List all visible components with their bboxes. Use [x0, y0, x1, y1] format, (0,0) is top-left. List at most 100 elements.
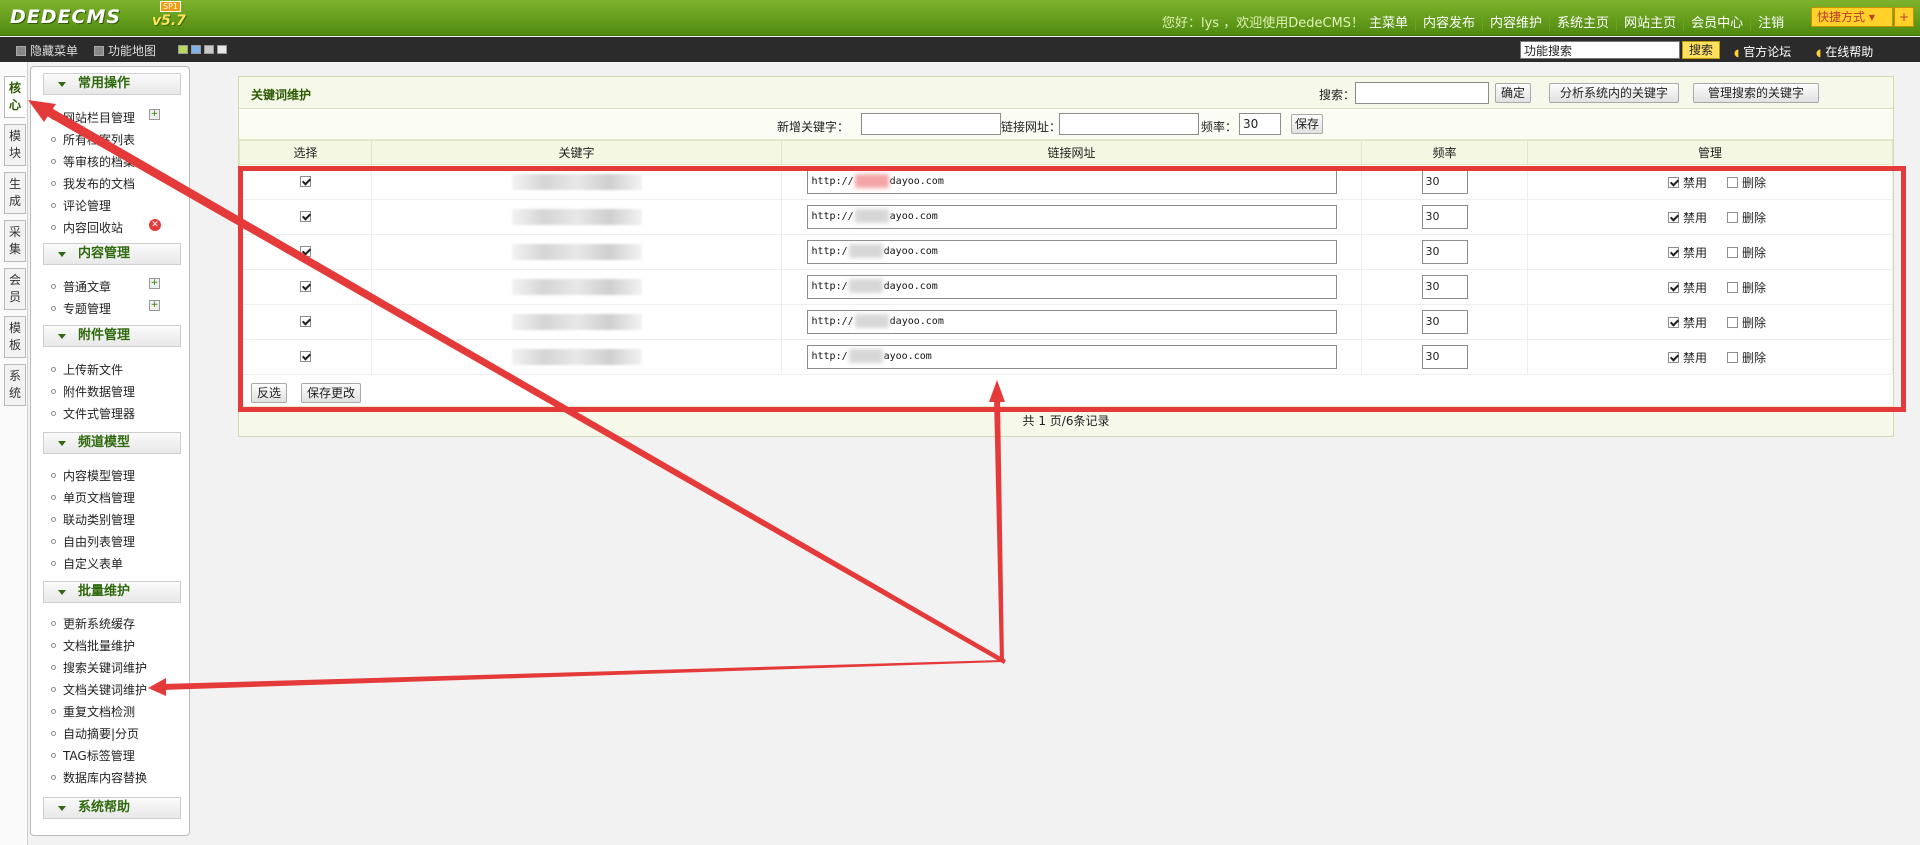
- tab-core[interactable]: 核心: [4, 76, 26, 118]
- tab-member[interactable]: 会员: [4, 268, 26, 310]
- function-map-button[interactable]: 功能地图: [94, 42, 156, 59]
- menu-item-label: TAG标签管理: [63, 749, 135, 763]
- menu-group-attachments[interactable]: 附件管理: [43, 325, 181, 347]
- menu-group-content[interactable]: 内容管理: [43, 243, 181, 265]
- tab-system[interactable]: 系统: [4, 364, 26, 406]
- save-keyword-button[interactable]: 保存: [1291, 114, 1323, 134]
- menu-item-linkage[interactable]: 联动类别管理: [51, 511, 135, 528]
- nav-logout[interactable]: 注销: [1750, 12, 1791, 31]
- menu-item-search-keywords[interactable]: 搜索关键词维护: [51, 659, 147, 676]
- menu-item-all-archives[interactable]: 所有档案列表: [51, 131, 135, 148]
- menu-item-attachment-data[interactable]: 附件数据管理: [51, 383, 135, 400]
- bullet-icon: [51, 225, 56, 230]
- bullet-icon: [51, 411, 56, 416]
- nav-system-home[interactable]: 系统主页: [1549, 12, 1616, 31]
- menu-item-column-manage[interactable]: 网站栏目管理: [51, 109, 135, 126]
- official-forum-link[interactable]: ◖ 官方论坛: [1734, 43, 1791, 60]
- clear-recycle-icon[interactable]: ✕: [149, 219, 161, 231]
- bullet-icon: [51, 643, 56, 648]
- menu-item-file-manager[interactable]: 文件式管理器: [51, 405, 135, 422]
- menu-item-articles[interactable]: 普通文章: [51, 278, 111, 295]
- function-search-button[interactable]: 搜索: [1682, 41, 1720, 59]
- menu-item-single-page[interactable]: 单页文档管理: [51, 489, 135, 506]
- add-icon[interactable]: +: [149, 300, 160, 311]
- tab-template[interactable]: 模板: [4, 316, 26, 358]
- menu-item-free-list[interactable]: 自由列表管理: [51, 533, 135, 550]
- tab-core-label: 核心: [8, 81, 21, 112]
- menu-group-batch[interactable]: 批量维护: [43, 581, 181, 603]
- menu-item-update-cache[interactable]: 更新系统缓存: [51, 615, 135, 632]
- sub-bar: 隐藏菜单 功能地图 搜索 ◖官方论坛 ◖在线帮助: [0, 37, 1920, 62]
- bullet-icon: [51, 473, 56, 478]
- menu-item-label: 自动摘要|分页: [63, 727, 140, 741]
- left-menu: 常用操作 网站栏目管理 + 所有档案列表 等审核的档案 我发布的文档 评论管理 …: [30, 66, 190, 836]
- confirm-button[interactable]: 确定: [1495, 83, 1531, 103]
- menu-item-db-replace[interactable]: 数据库内容替换: [51, 769, 147, 786]
- menu-item-label: 附件数据管理: [63, 385, 136, 399]
- menu-item-batch-docs[interactable]: 文档批量维护: [51, 637, 135, 654]
- bullet-icon: [51, 709, 56, 714]
- menu-item-auto-summary[interactable]: 自动摘要|分页: [51, 725, 139, 742]
- add-icon[interactable]: +: [149, 109, 160, 120]
- function-search-input[interactable]: [1520, 41, 1680, 59]
- menu-group-channel-model[interactable]: 频道模型: [43, 432, 181, 454]
- menu-item-label: 搜索关键词维护: [63, 661, 148, 675]
- menu-item-my-docs[interactable]: 我发布的文档: [51, 175, 135, 192]
- tab-generate[interactable]: 生成: [4, 172, 26, 214]
- nav-site-home[interactable]: 网站主页: [1616, 12, 1683, 31]
- analyze-keywords-button[interactable]: 分析系统内的关键字: [1549, 83, 1679, 103]
- manage-search-keywords-button[interactable]: 管理搜索的关键字: [1693, 83, 1819, 103]
- signal-icon: ◖: [1816, 48, 1822, 59]
- bullet-icon: [51, 665, 56, 670]
- skin-blue-swatch[interactable]: [191, 45, 201, 54]
- quick-shortcut-button[interactable]: 快捷方式 ▾: [1811, 7, 1893, 27]
- nav-content-maintain[interactable]: 内容维护: [1482, 12, 1549, 31]
- add-icon[interactable]: +: [149, 278, 160, 289]
- skin-white-swatch[interactable]: [217, 45, 227, 54]
- quick-add-button[interactable]: +: [1894, 7, 1914, 27]
- tab-module[interactable]: 模块: [4, 124, 26, 166]
- add-rate-input[interactable]: 30: [1239, 113, 1281, 135]
- menu-item-duplicate-check[interactable]: 重复文档检测: [51, 703, 135, 720]
- skin-gray-swatch[interactable]: [204, 45, 214, 54]
- online-help-link[interactable]: ◖ 在线帮助: [1816, 43, 1873, 60]
- menu-item-topics[interactable]: 专题管理: [51, 300, 111, 317]
- tab-system-label: 系统: [8, 369, 21, 400]
- annotation-arrow-to-menu-item: [162, 660, 1002, 690]
- menu-item-custom-form[interactable]: 自定义表单: [51, 555, 123, 572]
- official-forum-label: 官方论坛: [1743, 45, 1792, 59]
- tab-collect[interactable]: 采集: [4, 220, 26, 262]
- top-bar: DEDECMS SP1 v5.7 您好：lys ，欢迎使用DedeCMS！ 主菜…: [0, 0, 1920, 36]
- tab-collect-label: 采集: [8, 225, 21, 256]
- menu-group-title: 附件管理: [78, 328, 131, 343]
- triangle-down-icon: [58, 252, 66, 257]
- nav-member-center[interactable]: 会员中心: [1683, 12, 1750, 31]
- menu-item-label: 内容回收站: [63, 221, 124, 235]
- menu-item-content-model[interactable]: 内容模型管理: [51, 467, 135, 484]
- nav-main-menu[interactable]: 主菜单: [1362, 12, 1415, 31]
- keyword-search-input[interactable]: [1355, 82, 1489, 104]
- welcome-text: 您好：lys ，欢迎使用DedeCMS！: [1162, 16, 1365, 31]
- col-rate: 频率: [1361, 140, 1528, 165]
- menu-item-label: 内容模型管理: [63, 469, 136, 483]
- bullet-icon: [51, 115, 56, 120]
- triangle-down-icon: [58, 334, 66, 339]
- menu-item-comments[interactable]: 评论管理: [51, 197, 111, 214]
- add-link-input[interactable]: [1059, 113, 1199, 135]
- skin-green-swatch[interactable]: [178, 45, 188, 54]
- menu-item-doc-keywords[interactable]: 文档关键词维护: [51, 681, 147, 698]
- menu-item-tag-manage[interactable]: TAG标签管理: [51, 747, 135, 764]
- bullet-icon: [51, 306, 56, 311]
- add-keyword-row: 新增关键字： 链接网址： 频率： 30 保存: [239, 110, 1893, 140]
- menu-item-upload[interactable]: 上传新文件: [51, 361, 123, 378]
- add-keyword-input[interactable]: [861, 113, 1001, 135]
- menu-item-recycle-bin[interactable]: 内容回收站: [51, 219, 123, 236]
- menu-group-common[interactable]: 常用操作: [43, 73, 181, 95]
- grid-icon: [94, 46, 104, 56]
- menu-group-help[interactable]: 系统帮助: [43, 797, 181, 819]
- menu-item-pending-archives[interactable]: 等审核的档案: [51, 153, 135, 170]
- nav-content-publish[interactable]: 内容发布: [1415, 12, 1482, 31]
- menu-group-title: 内容管理: [78, 246, 131, 261]
- menu-item-label: 普通文章: [63, 280, 112, 294]
- hide-menu-button[interactable]: 隐藏菜单: [16, 42, 78, 59]
